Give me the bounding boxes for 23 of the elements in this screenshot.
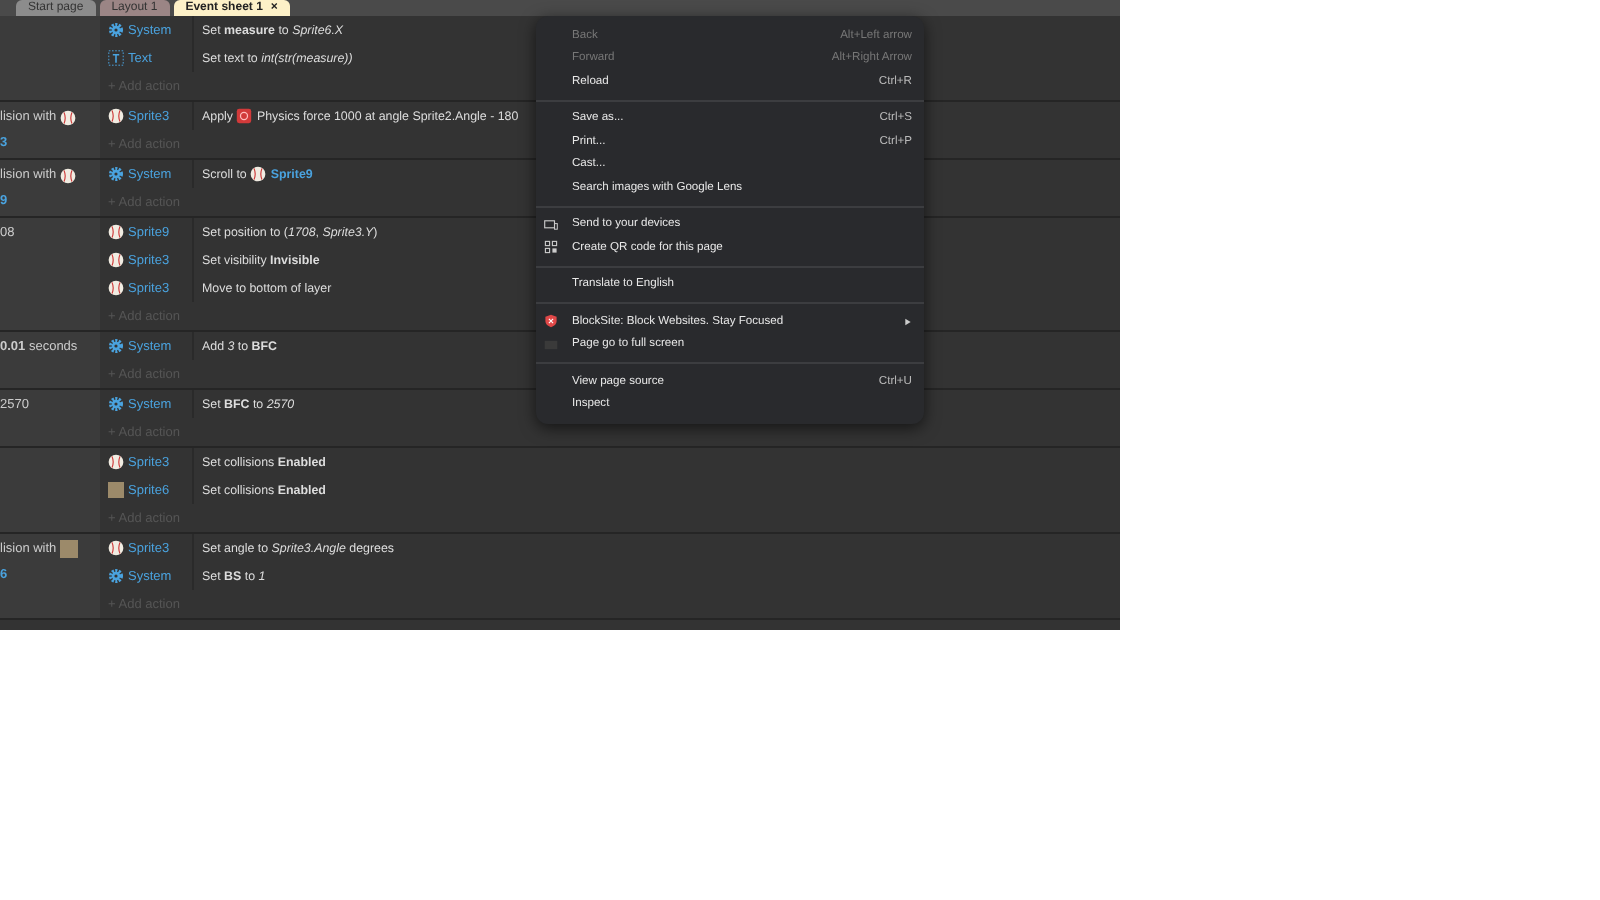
sprite-icon (60, 540, 79, 558)
ball-icon (250, 166, 267, 182)
ball-icon (60, 109, 77, 125)
gear-icon (108, 166, 124, 182)
ball-icon (108, 454, 124, 470)
ball-icon (108, 224, 124, 240)
gear-icon (108, 396, 124, 412)
condition-cell[interactable] (0, 16, 100, 100)
gear-icon (108, 568, 124, 584)
ball-icon (60, 167, 77, 183)
devices-icon (544, 217, 558, 232)
text-object-icon (108, 50, 124, 66)
gear-icon (108, 338, 124, 354)
ball-icon (108, 280, 124, 296)
submenu-arrow-icon (904, 317, 912, 326)
gear-icon (108, 22, 124, 38)
ball-icon (108, 252, 124, 268)
physics-icon (236, 108, 253, 124)
ball-icon (108, 540, 124, 556)
ball-icon (108, 108, 124, 124)
qr-code-icon (544, 240, 558, 255)
sprite-icon (108, 482, 124, 498)
shield-icon (544, 314, 558, 329)
